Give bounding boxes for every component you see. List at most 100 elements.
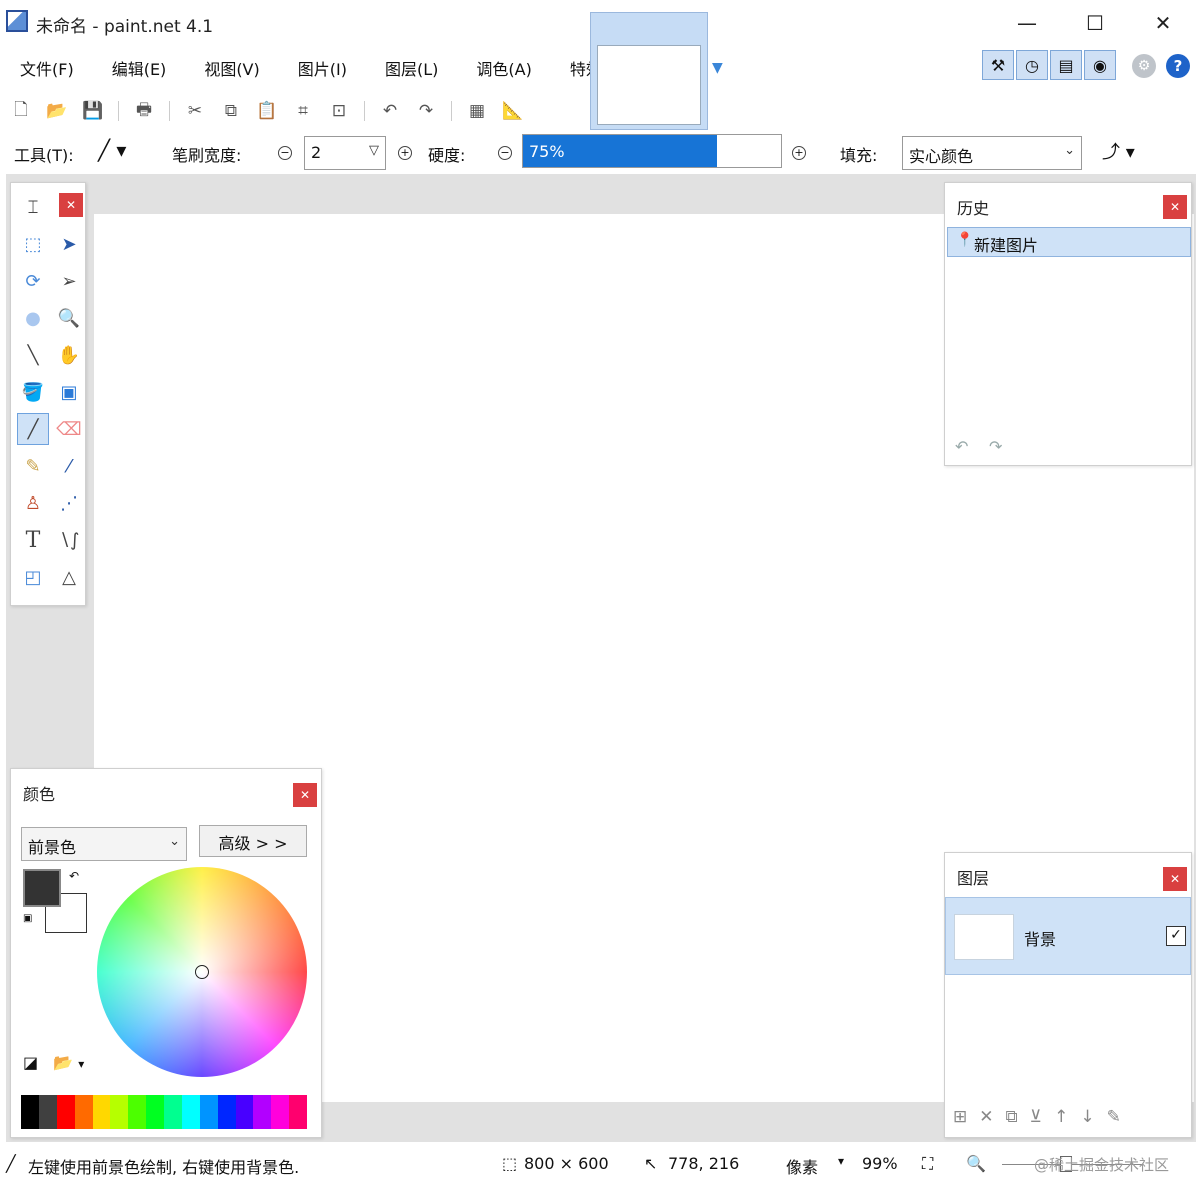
menu-adjustments[interactable]: 调色(A) <box>462 56 531 80</box>
history-redo-icon[interactable]: ↷ <box>989 437 1002 456</box>
text-icon[interactable]: T <box>17 524 49 556</box>
units-select[interactable]: 像素 <box>786 1154 818 1178</box>
layers-window-icon[interactable]: ▤ <box>1050 50 1082 80</box>
menu-file[interactable]: 文件(F) <box>6 56 74 80</box>
move-selected-pixels-icon[interactable]: ➤ <box>53 228 85 260</box>
hardness-increase-icon[interactable]: + <box>792 146 806 160</box>
crop-icon[interactable]: ⌗ <box>292 100 314 122</box>
swap-colors-icon[interactable]: ↶ <box>69 869 79 883</box>
gradient-icon[interactable]: ▣ <box>53 376 85 408</box>
palette-swatch[interactable] <box>110 1095 129 1129</box>
shapes-triangle-icon[interactable]: △ <box>53 561 85 593</box>
move-selection-arrow-icon[interactable]: ➢ <box>53 265 85 297</box>
zoom-level[interactable]: 99% <box>862 1154 898 1173</box>
menu-image[interactable]: 图片(I) <box>284 56 347 80</box>
zoom-to-window-icon[interactable]: ⛶ <box>922 1154 933 1174</box>
recolor-icon[interactable]: ⋰ <box>53 487 85 519</box>
reset-colors-icon[interactable]: ▣ <box>23 913 32 924</box>
ruler-icon[interactable]: 📐 <box>502 100 524 122</box>
layer-row[interactable]: 背景 ✓ <box>945 897 1191 975</box>
palette-swatch[interactable] <box>92 1095 111 1129</box>
menu-view[interactable]: 视图(V) <box>190 56 259 80</box>
palette-swatch[interactable] <box>181 1095 200 1129</box>
close-button[interactable]: ✕ <box>1140 8 1186 38</box>
line-curve-icon[interactable]: ∖∫ <box>53 524 85 556</box>
move-selection-icon[interactable]: ⌶ <box>17 191 49 223</box>
redo-icon[interactable]: ↷ <box>415 100 437 122</box>
tool-selector-icon[interactable]: ╱ ▾ <box>98 138 126 162</box>
palette-swatch-icon[interactable]: ◪ <box>23 1053 38 1072</box>
brush-width-input[interactable]: 2 ▽ <box>304 136 386 170</box>
brush-width-increase-icon[interactable]: + <box>398 146 412 160</box>
curve-icon[interactable]: ⤴ ▾ <box>1102 138 1135 164</box>
layer-visibility-checkbox[interactable]: ✓ <box>1166 926 1186 946</box>
palette-swatch[interactable] <box>199 1095 218 1129</box>
pencil-icon[interactable]: ✎ <box>17 450 49 482</box>
color-wheel-cursor[interactable] <box>195 965 209 979</box>
settings-gear-icon[interactable]: ⚙ <box>1132 54 1156 78</box>
history-window-icon[interactable]: ◷ <box>1016 50 1048 80</box>
add-layer-icon[interactable]: ⊞ <box>953 1107 967 1127</box>
menu-edit[interactable]: 编辑(E) <box>98 56 167 80</box>
image-tab-thumbnail[interactable] <box>590 12 708 130</box>
zoom-icon[interactable]: 🔍 <box>53 302 85 334</box>
color-picker-icon[interactable]: ⁄ <box>53 450 85 482</box>
lasso-select-icon[interactable]: ⟳ <box>17 265 49 297</box>
paintbrush-icon[interactable]: ╱ <box>17 413 49 445</box>
advanced-button[interactable]: 高级 > > <box>199 825 307 857</box>
palette-swatch[interactable] <box>56 1095 75 1129</box>
palette-swatch[interactable] <box>253 1095 272 1129</box>
palette-swatch[interactable] <box>164 1095 182 1129</box>
palette-swatch[interactable] <box>235 1095 254 1129</box>
brush-width-decrease-icon[interactable]: − <box>278 146 292 160</box>
deselect-icon[interactable]: ⊡ <box>328 100 350 122</box>
magic-wand-icon[interactable]: ╲ <box>17 339 49 371</box>
palette-swatch[interactable] <box>128 1095 147 1129</box>
palette-open-icon[interactable]: 📂 <box>53 1053 73 1072</box>
fill-mode-select[interactable]: 实心颜色 ⌄ <box>902 136 1082 170</box>
hardness-slider[interactable]: 75% <box>522 134 782 168</box>
history-item[interactable]: 📍 新建图片 <box>947 227 1191 257</box>
move-layer-down-icon[interactable]: ↓ <box>1080 1107 1094 1127</box>
eraser-icon[interactable]: ⌫ <box>53 413 85 445</box>
palette-menu-icon[interactable]: ▾ <box>78 1057 84 1071</box>
save-icon[interactable]: 💾 <box>82 100 104 122</box>
print-icon[interactable]: 🖶 <box>133 100 155 122</box>
history-panel-close-icon[interactable]: ✕ <box>1163 195 1187 219</box>
grid-icon[interactable]: ▦ <box>466 100 488 122</box>
layers-panel-close-icon[interactable]: ✕ <box>1163 867 1187 891</box>
ellipse-select-icon[interactable]: ● <box>17 302 49 334</box>
help-icon[interactable]: ? <box>1166 54 1190 78</box>
palette-swatch[interactable] <box>38 1095 57 1129</box>
image-list-dropdown-icon[interactable]: ▼ <box>712 60 726 76</box>
colors-panel-close-icon[interactable]: ✕ <box>293 783 317 807</box>
palette-swatch[interactable] <box>217 1095 236 1129</box>
merge-layer-icon[interactable]: ⊻ <box>1030 1107 1042 1127</box>
new-icon[interactable]: 🗋 <box>10 100 32 122</box>
colors-window-icon[interactable]: ◉ <box>1084 50 1116 80</box>
color-mode-select[interactable]: 前景色 ⌄ <box>21 827 187 861</box>
minimize-button[interactable]: — <box>1004 8 1050 38</box>
tools-window-icon[interactable]: ⚒ <box>982 50 1014 80</box>
palette-swatch[interactable] <box>271 1095 290 1129</box>
layer-properties-icon[interactable]: ✎ <box>1107 1107 1121 1127</box>
paste-icon[interactable]: 📋 <box>256 100 278 122</box>
history-undo-icon[interactable]: ↶ <box>955 437 968 456</box>
palette-swatch[interactable] <box>74 1095 93 1129</box>
shapes-icon[interactable]: ◰ <box>17 561 49 593</box>
copy-icon[interactable]: ⧉ <box>220 100 242 122</box>
pan-icon[interactable]: ✋ <box>53 339 85 371</box>
palette-swatch[interactable] <box>289 1095 307 1129</box>
palette-swatch[interactable] <box>146 1095 164 1129</box>
hardness-decrease-icon[interactable]: − <box>498 146 512 160</box>
clone-stamp-icon[interactable]: ♙ <box>17 487 49 519</box>
move-layer-up-icon[interactable]: ↑ <box>1054 1107 1068 1127</box>
palette-swatch[interactable] <box>21 1095 39 1129</box>
undo-icon[interactable]: ↶ <box>379 100 401 122</box>
delete-layer-icon[interactable]: ✕ <box>979 1107 993 1127</box>
units-dropdown-icon[interactable]: ▾ <box>838 1154 844 1168</box>
cut-icon[interactable]: ✂ <box>184 100 206 122</box>
duplicate-layer-icon[interactable]: ⧉ <box>1006 1107 1018 1127</box>
paint-bucket-icon[interactable]: 🪣 <box>17 376 49 408</box>
rectangle-select-icon[interactable]: ⬚ <box>17 228 49 260</box>
